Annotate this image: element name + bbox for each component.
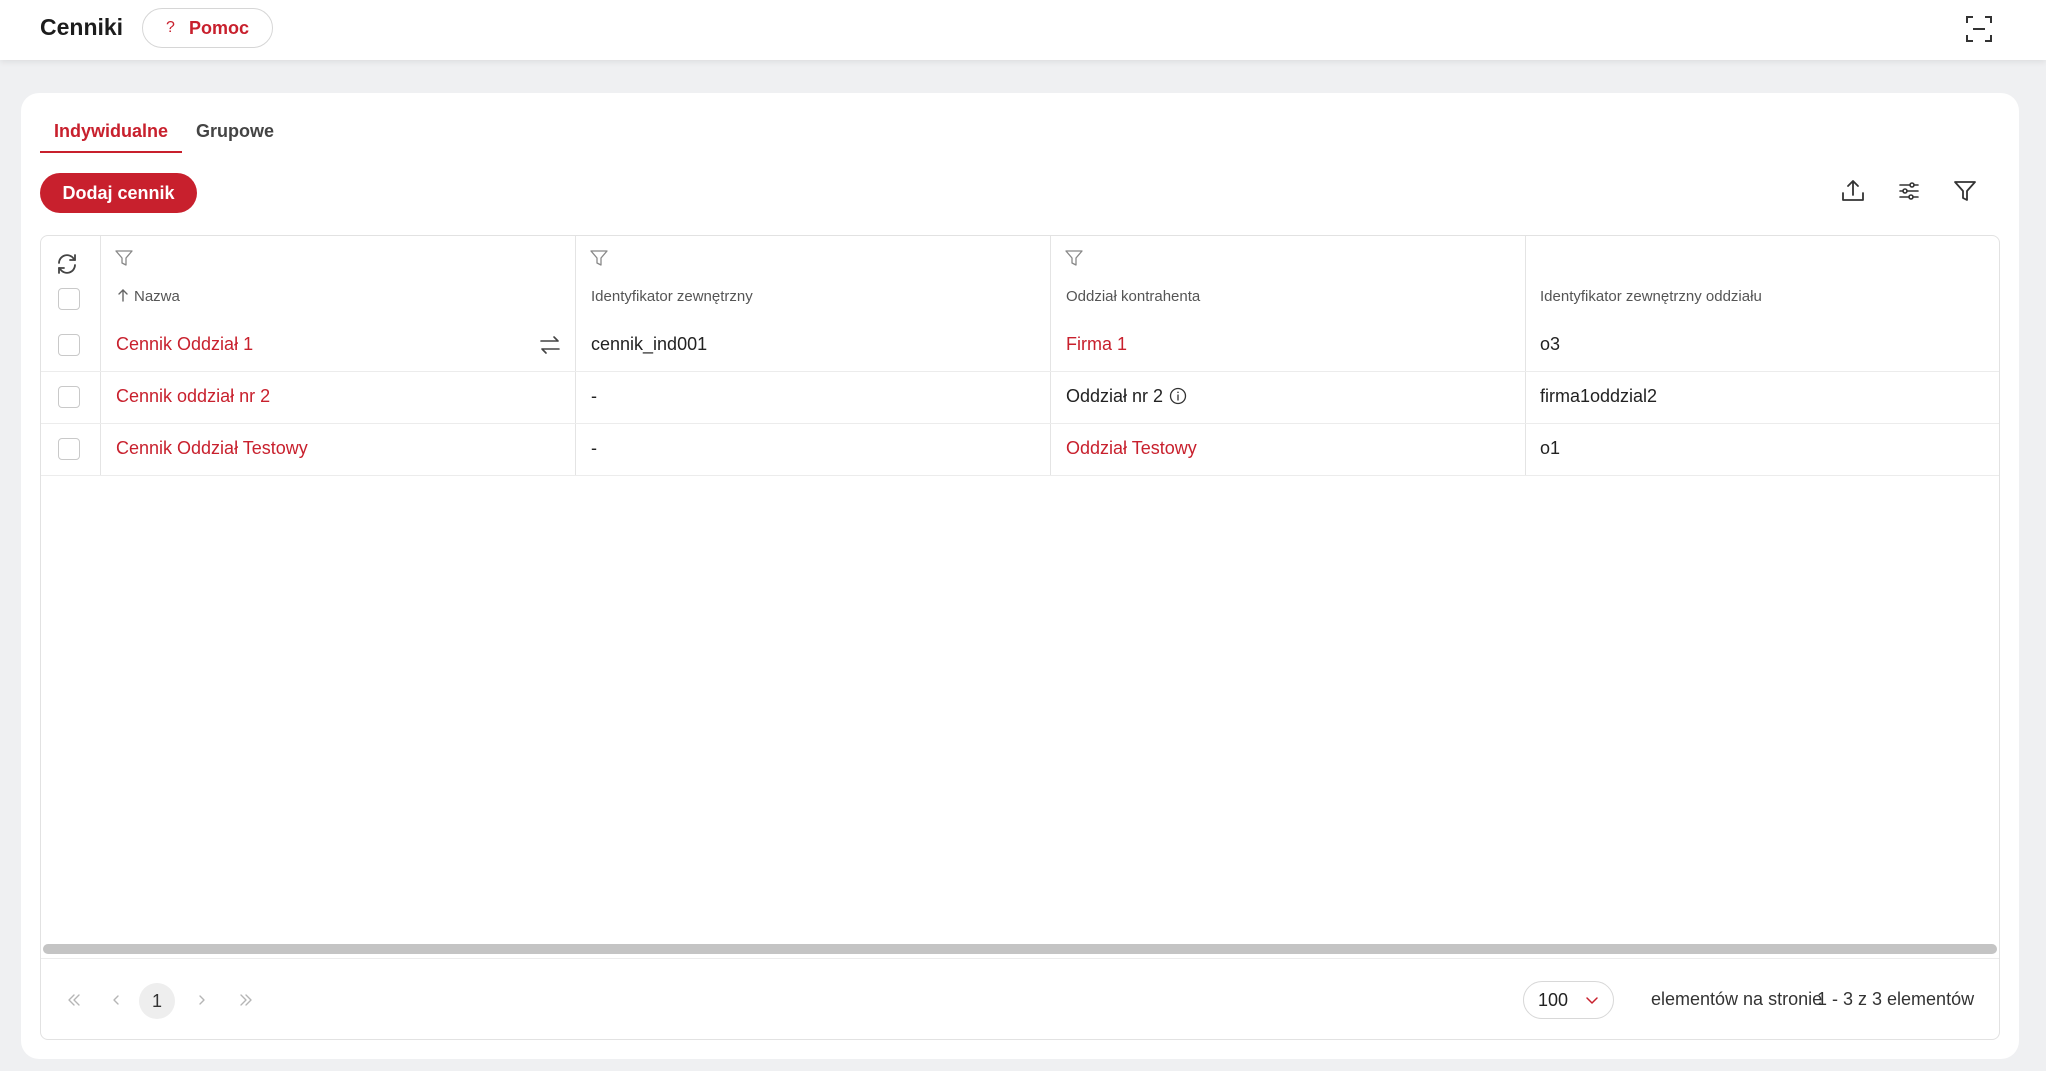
external-id-cell: - (591, 438, 597, 458)
add-pricelist-button[interactable]: Dodaj cennik (40, 173, 197, 213)
column-filter-icon[interactable] (1064, 248, 1084, 268)
horizontal-scrollbar[interactable] (43, 944, 1997, 954)
column-filter-icon[interactable] (589, 248, 609, 268)
column-header-external-id[interactable]: Identyfikator zewnętrzny (591, 288, 753, 305)
main-card: Indywidualne Grupowe Dodaj cennik Nazwa … (21, 93, 2019, 1059)
branch-link[interactable]: Firma 1 (1066, 334, 1127, 355)
external-id-cell: cennik_ind001 (591, 334, 708, 354)
chevron-right-icon (199, 995, 205, 1005)
page-title: Cenniki (40, 14, 124, 40)
column-header-name[interactable]: Nazwa (116, 288, 180, 305)
external-id-cell: - (591, 386, 597, 406)
settings-sliders-icon[interactable] (1893, 175, 1925, 207)
horizontal-scrollbar-thumb[interactable] (43, 944, 1997, 954)
question-icon: ? (166, 19, 175, 36)
export-icon[interactable] (1837, 175, 1869, 207)
refresh-icon[interactable] (55, 252, 79, 276)
next-page-button[interactable] (185, 983, 219, 1017)
top-bar: Cenniki ? Pomoc (0, 0, 2046, 60)
page-size-select[interactable]: 100 (1523, 981, 1614, 1019)
select-all-checkbox[interactable] (58, 288, 80, 310)
column-filter-icon[interactable] (114, 248, 134, 268)
pricelist-name-link[interactable]: Cennik Oddział 1 (116, 334, 253, 355)
row-checkbox[interactable] (58, 438, 80, 460)
pagination-bar: 1 100 elementów na stronie 1 - 3 z 3 ele… (41, 958, 1999, 1039)
tab-individual[interactable]: Indywidualne (40, 117, 183, 153)
column-header-branch-external-id[interactable]: Identyfikator zewnętrzny oddziału (1540, 288, 1762, 305)
double-chevron-left-icon (68, 994, 80, 1006)
pricelist-table: Nazwa Identyfikator zewnętrzny Oddział k… (40, 235, 2000, 1040)
page-size-value: 100 (1538, 989, 1569, 1010)
double-chevron-right-icon (240, 994, 252, 1006)
table-row: Cennik Oddział Testowy - Oddział Testowy… (41, 424, 1999, 476)
tab-bar: Indywidualne Grupowe (40, 117, 288, 153)
branch-external-id-cell: o3 (1540, 334, 1561, 354)
per-page-label: elementów na stronie (1651, 989, 1823, 1009)
fullscreen-icon[interactable] (1964, 14, 1994, 44)
column-header-label: Nazwa (134, 288, 180, 305)
previous-page-button[interactable] (99, 983, 133, 1017)
pricelist-name-link[interactable]: Cennik oddział nr 2 (116, 386, 270, 407)
toolbar-icons (1837, 175, 1981, 207)
chevron-left-icon (113, 995, 119, 1005)
tab-group[interactable]: Grupowe (182, 117, 288, 153)
table-row: Cennik oddział nr 2 - Oddział nr 2 firma… (41, 372, 1999, 424)
sort-ascending-icon (118, 289, 128, 302)
pagination-range: 1 - 3 z 3 elementów (1817, 989, 1975, 1009)
branch-link[interactable]: Oddział Testowy (1066, 438, 1197, 459)
row-checkbox[interactable] (58, 386, 80, 408)
branch-cell: Oddział nr 2 (1066, 386, 1187, 407)
help-button[interactable]: ? Pomoc (142, 8, 273, 48)
info-icon[interactable] (1169, 387, 1187, 405)
branch-label: Oddział nr 2 (1066, 386, 1164, 406)
swap-arrows-icon[interactable] (538, 334, 562, 356)
branch-external-id-cell: o1 (1540, 438, 1561, 458)
last-page-button[interactable] (229, 983, 263, 1017)
help-button-label: Pomoc (188, 17, 249, 38)
column-header-branch[interactable]: Oddział kontrahenta (1066, 288, 1200, 305)
first-page-button[interactable] (57, 983, 91, 1017)
pricelist-name-link[interactable]: Cennik Oddział Testowy (116, 438, 308, 459)
row-checkbox[interactable] (58, 334, 80, 356)
branch-external-id-cell: firma1oddzial2 (1540, 386, 1658, 406)
chevron-down-icon (1586, 997, 1598, 1004)
filter-icon[interactable] (1949, 175, 1981, 207)
table-row: Cennik Oddział 1 cennik_ind001 Firma 1 o… (41, 320, 1999, 372)
current-page-button[interactable]: 1 (139, 983, 175, 1019)
